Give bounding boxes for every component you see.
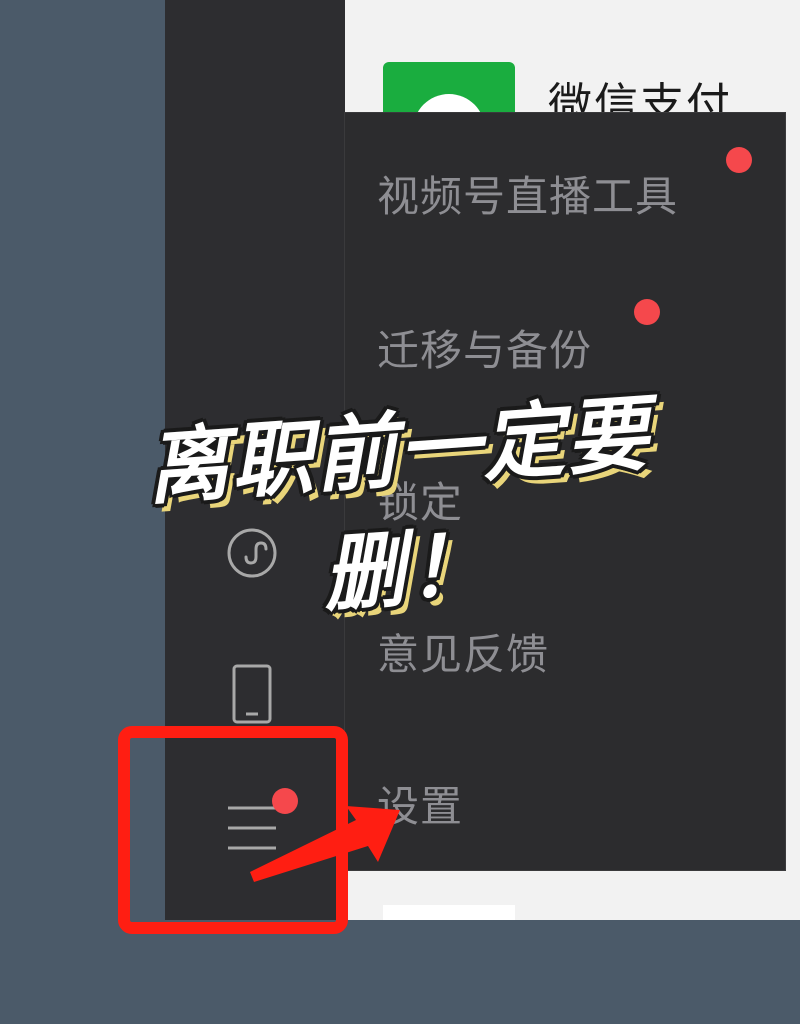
menu-item-migrate-backup[interactable]: 迁移与备份 [377, 317, 592, 378]
bottom-background [0, 920, 800, 1024]
arrow-icon [250, 806, 400, 882]
menu-item-label: 视频号直播工具 [377, 172, 679, 221]
banner-text: 离职前一定要删！ [143, 386, 654, 624]
notification-dot [726, 147, 752, 173]
warning-banner: 离职前一定要删！ [72, 384, 732, 624]
menu-item-channels-live-tools[interactable]: 视频号直播工具 [377, 163, 678, 224]
menu-item-label: 迁移与备份 [377, 326, 593, 375]
menu-item-feedback[interactable]: 意见反馈 [377, 621, 549, 682]
menu-item-label: 意见反馈 [377, 630, 550, 679]
notification-dot [634, 299, 660, 325]
phone-icon[interactable] [232, 664, 272, 724]
